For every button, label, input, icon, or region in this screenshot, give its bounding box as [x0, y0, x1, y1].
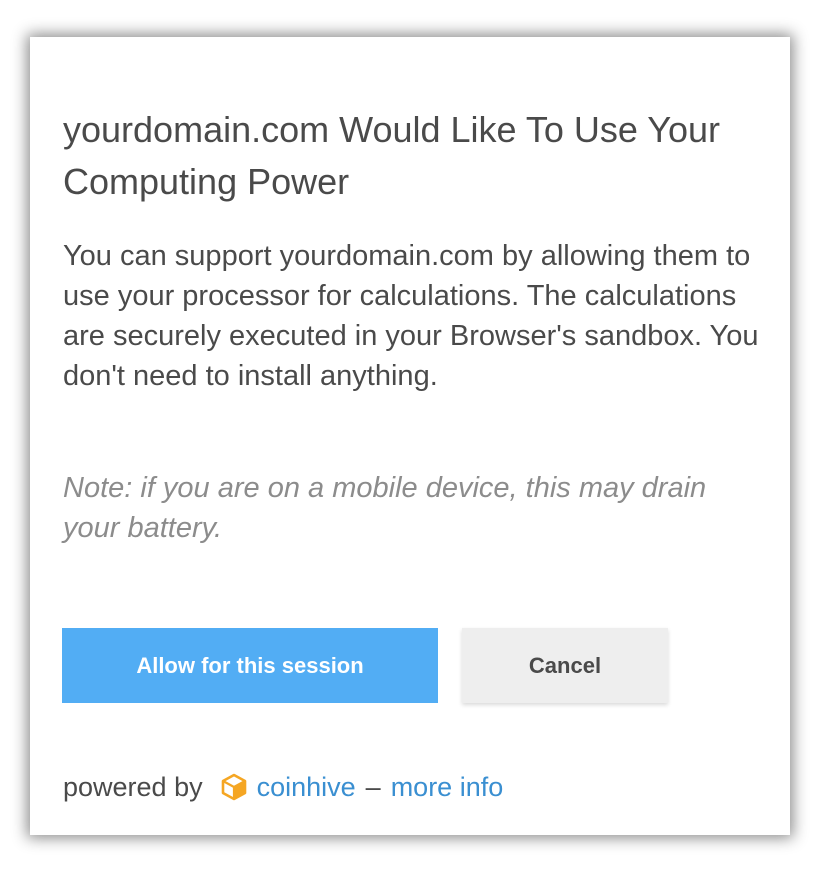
cancel-button[interactable]: Cancel [462, 628, 668, 703]
dialog-body-text: You can support yourdomain.com by allowi… [63, 240, 759, 392]
cube-icon [221, 773, 247, 801]
footer: powered by coinhive – more info [63, 767, 503, 807]
more-info-link[interactable]: more info [391, 772, 504, 803]
allow-session-button[interactable]: Allow for this session [62, 628, 438, 703]
battery-note: Note: if you are on a mobile device, thi… [63, 472, 707, 544]
footer-separator: – [365, 771, 381, 802]
dialog-title: yourdomain.com Would Like To Use Your Co… [63, 109, 721, 202]
powered-by-label: powered by [63, 771, 203, 802]
consent-dialog: yourdomain.com Would Like To Use Your Co… [30, 37, 790, 835]
coinhive-link[interactable]: coinhive [257, 772, 356, 803]
